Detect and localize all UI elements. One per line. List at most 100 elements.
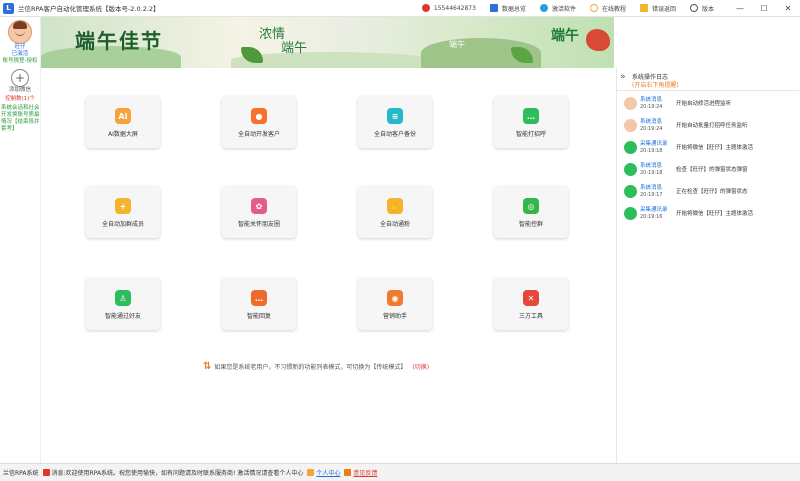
log-message: 开始将微信【旺仔】主题体激活 <box>676 145 754 151</box>
log-message: 正在检查【旺仔】的弹窗状态 <box>676 189 748 195</box>
log-message: 开始将微信【旺仔】主题体激活 <box>676 211 754 217</box>
mode-notice: ⇅ 如果您是系统老用户，不习惯新的功能列表模式，可切换为【传统模式】 (切换) <box>203 361 429 372</box>
log-source: 系统消息 <box>640 162 663 169</box>
function-card[interactable]: … 智能回复 <box>222 278 296 330</box>
wechat-icon <box>624 184 637 198</box>
group-control-icon: ◎ <box>523 198 539 214</box>
function-card[interactable]: AI AI数据大屏 <box>86 96 160 148</box>
function-card-label: 全自动通粉 <box>379 221 410 228</box>
log-source: 系统消息 <box>640 184 663 191</box>
account-sidebar: 旺仔 已激活 账号挑登-授权 + 添加微信 控制数(1)个 系统会话和社会开发换… <box>0 17 41 464</box>
function-panel: AI AI数据大屏 ● 全自动开发客户 ≡ 全自动客户备份 … 智能打招呼 + 全自动加群成员 ✿ 智… <box>41 68 614 463</box>
banner-mid-right: 端午 <box>281 41 308 56</box>
function-card[interactable]: ◎ 智能控群 <box>494 186 568 238</box>
function-card[interactable]: ≡ 全自动客户备份 <box>358 96 432 148</box>
error-report-button[interactable]: 错误返回 <box>639 4 676 13</box>
add-member-icon: + <box>115 198 131 214</box>
account-avatar[interactable] <box>8 20 32 44</box>
log-time: 20:19:17 <box>640 191 663 198</box>
folder-icon <box>639 4 648 12</box>
error-report-label: 错误返回 <box>651 5 676 13</box>
dragon-icon <box>586 29 610 51</box>
version-label: 版本 <box>701 5 714 13</box>
function-card-label: 三方工具 <box>518 313 543 320</box>
log-entry: 系统消息 20:19:17 正在检查【旺仔】的弹窗状态 <box>617 180 799 202</box>
info-icon <box>689 4 698 12</box>
status-bar: 兰信RPA系统 消息:欢迎使用RPA系统。祝您使用愉快，如有问题请及时联系服务商… <box>0 463 800 481</box>
minimize-button[interactable]: — <box>728 4 752 13</box>
log-meta: 系统消息 20:19:24 <box>640 97 674 110</box>
activate-software-button[interactable]: 激活软件 <box>539 4 576 13</box>
database-icon: ≡ <box>387 108 403 124</box>
function-card[interactable]: … 智能打招呼 <box>494 96 568 148</box>
feedback-link[interactable]: 意见反馈 <box>353 468 377 477</box>
function-card[interactable]: ◉ 营销助手 <box>358 278 432 330</box>
avatar-icon <box>624 118 637 132</box>
wechat-icon <box>624 140 637 154</box>
user-icon: ● <box>251 108 267 124</box>
feedback-icon <box>344 469 352 476</box>
status-message: 消息:欢迎使用RPA系统。祝您使用愉快，如有问题请及时联系服务商! 激活情况请查… <box>51 470 304 477</box>
banner-right-title: 端午 <box>551 28 579 44</box>
function-card-label: 全自动客户备份 <box>373 131 416 138</box>
log-message: 检查【旺仔】的弹窗状态弹窗 <box>676 167 748 173</box>
message-icon <box>42 469 50 476</box>
log-header: » 系统操作日志 (开启右下角提醒) <box>617 68 799 91</box>
ai-icon: AI <box>115 108 131 124</box>
avatar-icon <box>624 96 637 110</box>
function-card[interactable]: ♙ 智能通过好友 <box>86 278 160 330</box>
tools-icon: ✕ <box>523 290 539 306</box>
online-tutorial-button[interactable]: 在线教程 <box>589 4 626 13</box>
log-meta: 采集通讯录 20:19:16 <box>640 207 674 220</box>
log-source: 采集通讯录 <box>640 140 668 147</box>
enable-notify-link[interactable]: (开启右下角提醒) <box>632 80 679 89</box>
switch-icon: ⇅ <box>203 361 212 372</box>
log-time: 20:19:24 <box>640 103 663 110</box>
window-title: 兰信RPA客户自动化管理系统【版本号-2.0.2.2】 <box>18 5 160 13</box>
log-message: 开始自动修活进程监听 <box>676 101 732 107</box>
function-card[interactable]: ✋ 全自动通粉 <box>358 186 432 238</box>
log-entry: 采集通讯录 20:19:16 开始将微信【旺仔】主题体激活 <box>617 202 799 224</box>
phone-icon <box>421 4 430 12</box>
phone-display: 15544642873 <box>421 4 476 12</box>
log-source: 采集通讯录 <box>640 206 668 213</box>
close-button[interactable]: ✕ <box>776 4 800 13</box>
system-log-panel: » 系统操作日志 (开启右下角提醒) 系统消息 20:19:24 开始自动修活进程监… <box>616 68 799 463</box>
log-source: 系统消息 <box>640 118 663 125</box>
function-card[interactable]: ● 全自动开发客户 <box>222 96 296 148</box>
system-notice: 系统会话和社会开发换账号质最情况【结束段并套考】 <box>1 105 40 132</box>
function-card-label: 智能通过好友 <box>104 313 141 320</box>
add-wechat-plus-icon[interactable]: + <box>11 69 29 87</box>
user-center-icon <box>307 469 315 476</box>
data-overview-label: 数据总览 <box>501 5 526 13</box>
log-entry: 系统消息 20:19:24 开始自动批量打招呼任务监听 <box>617 114 799 136</box>
shield-icon <box>539 4 548 12</box>
data-overview-button[interactable]: 数据总览 <box>489 4 526 13</box>
moments-icon: ✿ <box>251 198 267 214</box>
function-card-label: 全自动开发客户 <box>237 131 280 138</box>
control-count: 控制数(1)个 <box>5 96 35 102</box>
function-card-label: 智能回复 <box>246 313 271 320</box>
account-name: 旺仔 <box>14 44 26 50</box>
log-list: 系统消息 20:19:24 开始自动修活进程监听 系统消息 20:19:24 开始自动批量… <box>617 92 799 224</box>
function-card-label: 智能打招呼 <box>515 131 546 138</box>
function-card[interactable]: ✕ 三方工具 <box>494 278 568 330</box>
version-button[interactable]: 版本 <box>689 4 714 13</box>
log-meta: 系统消息 20:19:24 <box>640 119 674 132</box>
log-message: 开始自动批量打招呼任务监听 <box>676 123 748 129</box>
account-note: 账号挑登-授权 <box>2 58 38 64</box>
wechat-icon <box>624 206 637 220</box>
log-entry: 系统消息 20:19:24 开始自动修活进程监听 <box>617 92 799 114</box>
log-time: 20:19:18 <box>640 147 663 154</box>
function-card[interactable]: + 全自动加群成员 <box>86 186 160 238</box>
add-wechat-label[interactable]: 添加微信 <box>0 87 40 94</box>
switch-mode-link[interactable]: (切换) <box>412 362 429 371</box>
function-card-label: 智能控群 <box>518 221 543 228</box>
collapse-chevron-icon[interactable]: » <box>620 72 626 82</box>
wechat-icon <box>624 162 637 176</box>
user-center-link[interactable]: 个人中心 <box>316 468 340 477</box>
log-source: 系统消息 <box>640 96 663 103</box>
lifebuoy-icon: ◉ <box>387 290 403 306</box>
maximize-button[interactable]: ☐ <box>752 4 776 13</box>
function-card[interactable]: ✿ 智能关怀朋友圈 <box>222 186 296 238</box>
